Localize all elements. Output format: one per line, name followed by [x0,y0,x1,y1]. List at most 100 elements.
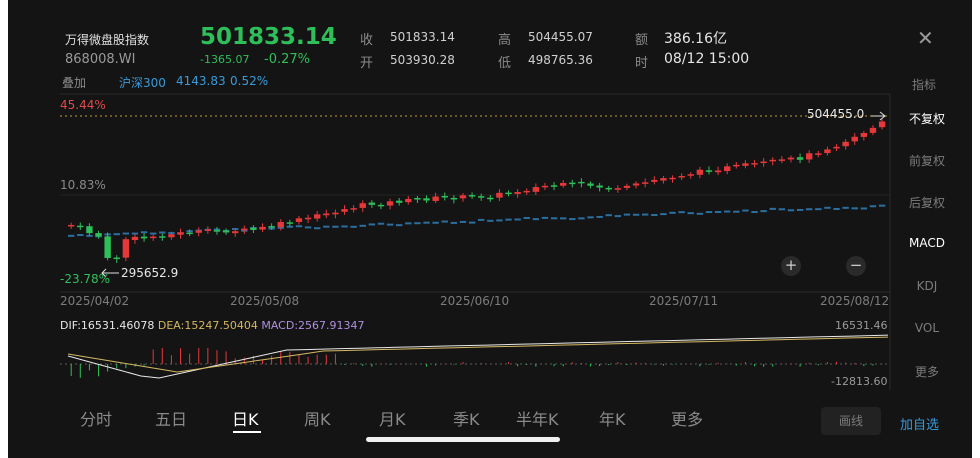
overlay-bar [122,232,130,235]
candle-body [332,212,339,215]
overlay-bar [396,224,403,227]
candle-body [714,170,722,173]
overlay-bar [386,223,394,226]
candle-body [851,136,858,142]
candle-body [250,227,257,230]
overlay-bar [678,211,685,214]
candle-body [532,187,540,192]
candle-body [878,121,886,128]
candle-body [450,197,458,200]
candle-body [150,236,157,239]
tab-yearly-k[interactable]: 年K [599,406,626,430]
sidebar-item-vol[interactable]: VOL [888,321,966,335]
sidebar-item-backward-adjust[interactable]: 后复权 [888,194,966,211]
candle-body [314,214,321,219]
candle-body [232,231,239,234]
overlay-bar [496,219,503,222]
overlay-bar [523,216,530,219]
overlay-bar [150,232,157,235]
candle-body [833,146,840,149]
candle-body [104,236,111,258]
tab-intraday[interactable]: 分时 [80,406,112,430]
candle-body [159,236,166,238]
candle-body [386,201,394,206]
candle-body [660,178,667,181]
candle-body [724,166,731,172]
sidebar-item-kdj[interactable]: KDJ [888,279,966,293]
overlay-bar [450,221,458,224]
candle-body [140,236,148,239]
candle-body [195,230,202,233]
overlay-bar [541,216,549,219]
candle-body [523,190,530,193]
candle-body [569,182,576,185]
overlay-bar [815,208,822,211]
candle-series [68,119,886,264]
add-watchlist-button[interactable]: 加自选 [900,414,939,433]
overlay-bar [423,221,430,224]
overlay-bar [760,210,767,213]
date-label: 2025/08/12 [820,294,890,308]
tab-five-day[interactable]: 五日 [155,406,187,430]
overlay-bar [824,206,831,209]
candle-body [304,217,312,220]
axis-pct-top: 45.44% [60,98,106,112]
tab-half-year-k[interactable]: 半年K [516,406,559,430]
candle-body [769,159,776,162]
candle-body [468,195,476,197]
overlay-bar [323,225,330,228]
candle-body [705,170,713,172]
candle-body [177,232,184,235]
overlay-bar [833,207,840,210]
macd-min: -12813.60 [831,375,888,388]
overlay-bar [350,225,357,228]
overlay-bar [140,231,148,234]
candle-body [259,226,266,230]
draw-line-button[interactable]: 画线 [821,407,881,435]
candle-body [478,196,485,198]
candle-body [186,232,193,235]
overlay-bar [714,210,722,213]
tab-quarterly-k[interactable]: 季K [453,406,480,430]
high-arrow-icon [871,111,886,121]
dif-value: DIF:16531.46078 [60,319,155,332]
tab-monthly-k[interactable]: 月K [379,406,406,430]
sidebar-item-forward-adjust[interactable]: 前复权 [888,152,966,169]
tab-more[interactable]: 更多 [671,406,703,430]
home-indicator[interactable] [366,437,560,442]
candle-body [268,226,275,228]
candle-body [687,174,694,176]
overlay-bar [159,231,166,234]
overlay-bar [660,213,667,216]
candle-body [323,213,330,216]
candle-body [860,132,868,137]
candle-body [796,157,804,160]
candle-body [605,187,612,190]
candle-body [623,185,631,188]
macd-value: MACD:2567.91347 [261,319,365,332]
overlay-bar [295,225,303,228]
zoom-out-button[interactable]: − [846,256,866,276]
candle-body [541,185,549,188]
tab-weekly-k[interactable]: 周K [304,406,331,430]
candle-body [760,161,767,164]
overlay-bar [778,208,786,211]
overlay-bar [377,222,385,225]
overlay-bar [769,207,776,210]
overlay-bar [733,210,740,213]
candle-body [614,188,622,190]
candle-body [350,208,357,210]
candle-body [286,222,294,224]
overlay-bar [487,219,494,222]
sidebar-item-more[interactable]: 更多 [888,363,966,380]
candle-body [414,198,421,200]
zoom-in-button[interactable]: + [781,256,801,276]
candle-body [751,163,758,165]
sidebar-item-no-adjust[interactable]: 不复权 [888,110,966,127]
kline-chart[interactable] [8,0,972,400]
sidebar-item-macd[interactable]: MACD [888,236,966,250]
overlay-bar [532,218,540,221]
tab-daily-k[interactable]: 日K [232,406,259,430]
date-label: 2025/05/08 [230,294,300,308]
candle-body [778,159,786,161]
